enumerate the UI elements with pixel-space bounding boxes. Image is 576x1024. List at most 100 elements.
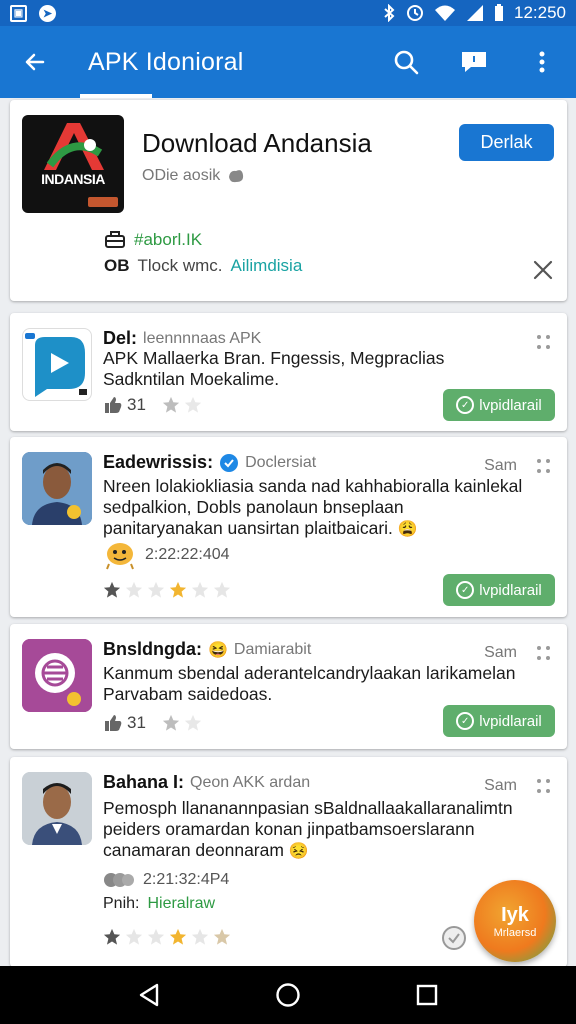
review-time: Sam (484, 644, 517, 661)
review-time: Sam (484, 457, 517, 474)
search-button[interactable] (372, 26, 440, 98)
star-rating (103, 928, 231, 946)
thumbs-up-icon[interactable] (103, 713, 123, 733)
author-link[interactable]: Ailimdisia (231, 256, 303, 276)
tab-indicator (80, 94, 152, 98)
app-logo: INDANSIA (22, 115, 124, 213)
review-text: Kanmum sbendal aderantelcandrylaakan lar… (103, 663, 516, 704)
reviewer-name: Bnsldngda: (103, 639, 202, 659)
star-icon (162, 396, 180, 413)
star-icon (191, 928, 209, 945)
hero-info-row: #aborl.IK (104, 230, 202, 250)
gallery-icon: ▣ (10, 4, 27, 22)
emoji-icon: 😆 (208, 641, 228, 659)
review-text: Pemosph llananannpasian sBaldnallaakalla… (103, 798, 513, 860)
review-card: Del: leennnnaas APK APK Mallaerka Bran. … (10, 313, 567, 431)
signal-icon (467, 5, 483, 21)
star-icon (147, 928, 165, 945)
compass-icon: ➤ (39, 4, 56, 22)
reactions-icon (104, 873, 134, 887)
star-icon (184, 714, 202, 731)
nav-back-button[interactable] (129, 975, 169, 1015)
hero-author-row: OB Tlock wmc. Ailimdisia (104, 256, 303, 276)
sticker-icon (106, 543, 134, 570)
check-icon: ✓ (456, 581, 475, 599)
back-button[interactable] (0, 26, 70, 98)
play-logo-icon (25, 333, 87, 397)
nav-home-button[interactable] (268, 975, 308, 1015)
download-button[interactable]: Derlak (459, 124, 554, 161)
install-button[interactable]: ✓ lvpidlarail (443, 574, 555, 606)
review-card: Bnsldngda: 😆 Damiarabit Sam Kanmum sbend… (10, 624, 567, 749)
floating-action-button[interactable]: Iyk Mrlaersd (474, 880, 556, 962)
reviewer-name: Eadewrissis: (103, 452, 214, 472)
review-meta: leennnnaas APK (143, 329, 262, 347)
avatar (22, 452, 92, 525)
more-vert-icon (539, 51, 545, 73)
message-icon (462, 52, 486, 72)
more-options-button[interactable] (508, 26, 576, 98)
star-icon (169, 581, 187, 598)
rating-row: 31 (103, 713, 202, 733)
emoji-icon: 😩 (397, 521, 418, 538)
review-card: Eadewrissis: Doclersiat Sam Nreen lolaki… (10, 437, 567, 617)
verified-icon (229, 170, 244, 183)
timestamp-row: 2:22:22:404 (103, 540, 230, 570)
rating-row: 31 (103, 395, 202, 415)
star-rating (103, 581, 231, 599)
star-icon (162, 714, 180, 731)
more-options-icon[interactable] (537, 459, 551, 473)
battery-icon (495, 4, 503, 21)
star-icon (213, 581, 231, 598)
tag-link[interactable]: Hieralraw (147, 895, 215, 913)
nav-recents-button[interactable] (407, 975, 447, 1015)
check-icon: ✓ (456, 712, 475, 730)
more-options-icon[interactable] (537, 335, 551, 349)
thumbs-up-icon[interactable] (103, 395, 123, 415)
person-photo-icon (22, 452, 92, 525)
arrow-back-icon (25, 53, 45, 71)
bluetooth-icon (384, 4, 395, 22)
home-icon (276, 983, 300, 1007)
star-icon (147, 581, 165, 598)
star-icon (125, 928, 143, 945)
alarm-icon (407, 5, 423, 21)
star-icon (125, 581, 143, 598)
check-circle-icon[interactable] (441, 925, 467, 951)
star-icon (191, 581, 209, 598)
message-button[interactable] (440, 26, 508, 98)
review-text: APK Mallaerka Bran. Fngessis, Megpraclia… (103, 348, 445, 389)
close-icon[interactable] (531, 258, 555, 282)
app-icon (22, 639, 92, 712)
more-options-icon[interactable] (537, 779, 551, 793)
check-icon: ✓ (456, 396, 475, 414)
reviewer-name: Del: (103, 328, 138, 348)
back-icon (140, 983, 159, 1007)
star-icon (184, 396, 202, 413)
review-meta: Doclersiat (245, 453, 317, 471)
app-icon (22, 328, 92, 401)
timestamp-row: 2:21:32:4P4 (103, 869, 229, 891)
logo-a-icon (44, 123, 104, 170)
bubble-logo-icon (22, 639, 92, 712)
page-title: APK Idonioral (88, 47, 244, 76)
review-meta: Qeon AKK ardan (190, 773, 311, 791)
briefcase-icon (105, 231, 125, 248)
app-subtitle: ODie aosik (142, 167, 246, 185)
install-button[interactable]: ✓ lvpidlarail (443, 389, 555, 421)
hero-card: INDANSIA Download Andansia ODie aosik De… (10, 100, 567, 301)
recents-icon (416, 984, 437, 1006)
app-bar: APK Idonioral (0, 26, 576, 98)
tag-row: Pnih: Hieralraw (103, 895, 216, 913)
install-button[interactable]: ✓ lvpidlarail (443, 705, 555, 737)
search-icon (394, 50, 419, 75)
status-time: 12:250 (514, 3, 566, 22)
emoji-icon: 😣 (288, 843, 309, 860)
navigation-bar (0, 966, 576, 1024)
more-options-icon[interactable] (537, 646, 551, 660)
review-time: Sam (484, 777, 517, 794)
review-text: Nreen lolakiokliasia sanda nad kahhabior… (103, 476, 523, 538)
avatar (22, 772, 92, 845)
verified-badge-icon (220, 453, 239, 472)
star-icon (103, 928, 121, 945)
